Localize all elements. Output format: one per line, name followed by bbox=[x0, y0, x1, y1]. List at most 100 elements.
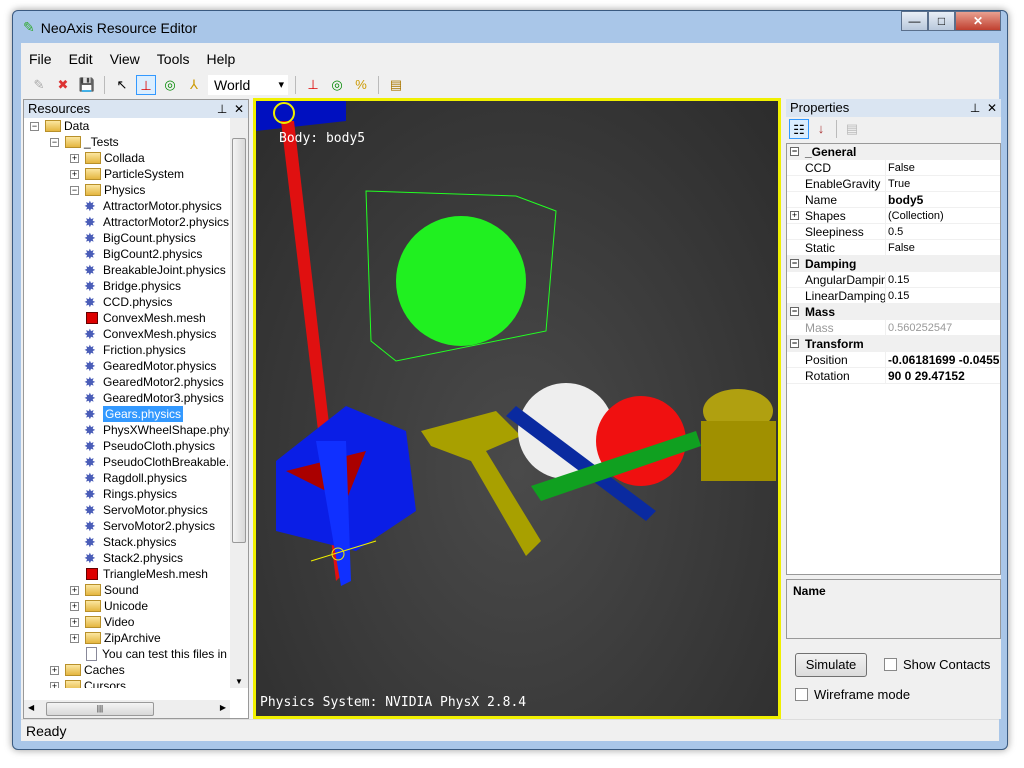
property-row[interactable]: Position -0.06181699 -0.0455 bbox=[787, 352, 1000, 368]
property-value[interactable]: -0.06181699 -0.0455 bbox=[885, 352, 1000, 367]
3d-viewport[interactable]: Body: body5 Physics System: NVIDIA PhysX… bbox=[253, 98, 781, 719]
collapse-icon[interactable]: − bbox=[50, 137, 59, 147]
tree-item[interactable]: + Collada bbox=[70, 150, 145, 166]
tree-item[interactable]: + ParticleSystem bbox=[70, 166, 184, 182]
tree-item[interactable]: ✸ ConvexMesh.physics bbox=[84, 326, 216, 342]
property-row[interactable]: EnableGravity True bbox=[787, 176, 1000, 192]
expand-icon[interactable]: + bbox=[790, 211, 799, 220]
tree-item[interactable]: ✸ BreakableJoint.physics bbox=[84, 262, 226, 278]
property-category[interactable]: − Mass bbox=[787, 304, 1000, 320]
collapse-icon[interactable]: − bbox=[790, 307, 799, 316]
tree-item[interactable]: ✸ GearedMotor.physics bbox=[84, 358, 216, 374]
property-row[interactable]: AngularDamping0.15 bbox=[787, 272, 1000, 288]
tree-item[interactable]: ✸ CCD.physics bbox=[84, 294, 172, 310]
tree-item[interactable]: − _Tests bbox=[50, 134, 119, 150]
tree-item[interactable]: ✸ Stack2.physics bbox=[84, 550, 183, 566]
minimize-button[interactable]: — bbox=[901, 11, 928, 31]
options-icon[interactable]: ▤ bbox=[386, 75, 406, 95]
tree-item[interactable]: You can test this files in the editor bbox=[84, 646, 230, 662]
edit-icon[interactable]: ✎ bbox=[29, 75, 49, 95]
expand-icon[interactable]: + bbox=[70, 153, 79, 163]
property-row[interactable]: Name body5 bbox=[787, 192, 1000, 208]
property-value[interactable]: body5 bbox=[885, 192, 1000, 207]
tree-item[interactable]: + Sound bbox=[70, 582, 139, 598]
show-contacts-checkbox[interactable]: Show Contacts bbox=[884, 657, 990, 672]
property-row[interactable]: Sleepiness 0.5 bbox=[787, 224, 1000, 240]
tree-item[interactable]: + Unicode bbox=[70, 598, 148, 614]
property-row[interactable]: LinearDamping 0.15 bbox=[787, 288, 1000, 304]
tree-item[interactable]: ✸ GearedMotor3.physics bbox=[84, 390, 224, 406]
property-row[interactable]: Static False bbox=[787, 240, 1000, 256]
property-row[interactable]: CCD False bbox=[787, 160, 1000, 176]
scale-icon[interactable]: ⅄ bbox=[184, 75, 204, 95]
pin-icon[interactable]: ⊥ bbox=[217, 102, 227, 116]
tree-item[interactable]: ✸ Friction.physics bbox=[84, 342, 186, 358]
tree-item[interactable]: ✸ BigCount2.physics bbox=[84, 246, 202, 262]
tree-item[interactable]: ✸ Ragdoll.physics bbox=[84, 470, 187, 486]
tree-item[interactable]: − Physics bbox=[70, 182, 145, 198]
collapse-icon[interactable]: − bbox=[790, 339, 799, 348]
tree-item[interactable]: ✸ Bridge.physics bbox=[84, 278, 181, 294]
delete-icon[interactable]: ✖ bbox=[53, 75, 73, 95]
tree-item[interactable]: + Video bbox=[70, 614, 134, 630]
property-value[interactable]: False bbox=[885, 160, 1000, 175]
property-pages-icon[interactable]: ▤ bbox=[842, 119, 862, 139]
collapse-icon[interactable]: − bbox=[790, 259, 799, 268]
property-row[interactable]: Rotation 90 0 29.47152 bbox=[787, 368, 1000, 384]
tree-item[interactable]: + Cursors bbox=[50, 678, 126, 688]
tree-item[interactable]: ✸ Gears.physics bbox=[84, 406, 184, 422]
tree-horizontal-scrollbar[interactable]: ◀ ||| ▶ bbox=[24, 700, 230, 718]
property-row[interactable]: + Shapes (Collection) bbox=[787, 208, 1000, 224]
property-value[interactable]: (Collection) bbox=[885, 208, 1000, 223]
property-value[interactable]: 0.15 bbox=[885, 272, 1000, 287]
tree-item[interactable]: + ZipArchive bbox=[70, 630, 161, 646]
rotate-snap-icon[interactable]: ◎ bbox=[327, 75, 347, 95]
expand-icon[interactable]: + bbox=[50, 681, 59, 688]
tree-item[interactable]: ✸ AttractorMotor2.physics bbox=[84, 214, 229, 230]
tree-item[interactable]: ✸ AttractorMotor.physics bbox=[84, 198, 222, 214]
menu-tools[interactable]: Tools bbox=[149, 47, 199, 71]
property-category[interactable]: − _General bbox=[787, 144, 1000, 160]
tree-item[interactable]: − Data bbox=[30, 118, 89, 134]
tree-item[interactable]: ✸ PseudoCloth.physics bbox=[84, 438, 215, 454]
panel-close-icon[interactable]: ✕ bbox=[987, 101, 997, 115]
sort-alpha-icon[interactable]: ↓ bbox=[811, 119, 831, 139]
expand-icon[interactable]: + bbox=[70, 585, 79, 595]
property-value[interactable]: 0.560252547 bbox=[885, 320, 1000, 335]
menu-file[interactable]: File bbox=[21, 47, 61, 71]
expand-icon[interactable]: + bbox=[70, 601, 79, 611]
maximize-button[interactable]: □ bbox=[928, 11, 955, 31]
tree-item[interactable]: ✸ ServoMotor.physics bbox=[84, 502, 208, 518]
tree-item[interactable]: ✸ Stack.physics bbox=[84, 534, 176, 550]
wireframe-mode-checkbox[interactable]: Wireframe mode bbox=[795, 687, 910, 702]
expand-icon[interactable]: + bbox=[50, 665, 59, 675]
panel-close-icon[interactable]: ✕ bbox=[234, 102, 244, 116]
move-axis-icon[interactable]: ⊥ bbox=[136, 75, 156, 95]
select-arrow-icon[interactable]: ↖ bbox=[112, 75, 132, 95]
tree-item[interactable]: ConvexMesh.mesh bbox=[84, 310, 206, 326]
tree-item[interactable]: ✸ GearedMotor2.physics bbox=[84, 374, 224, 390]
scale-snap-icon[interactable]: % bbox=[351, 75, 371, 95]
tree-vertical-scrollbar[interactable]: ▼ bbox=[230, 118, 248, 688]
simulate-button[interactable]: Simulate bbox=[795, 653, 867, 677]
save-icon[interactable]: 💾 bbox=[77, 75, 97, 95]
menu-help[interactable]: Help bbox=[198, 47, 244, 71]
tree-item[interactable]: TriangleMesh.mesh bbox=[84, 566, 208, 582]
collapse-icon[interactable]: − bbox=[70, 185, 79, 195]
tree-item[interactable]: ✸ PhysXWheelShape.physics bbox=[84, 422, 230, 438]
property-category[interactable]: − Transform bbox=[787, 336, 1000, 352]
tree-item[interactable]: ✸ Rings.physics bbox=[84, 486, 177, 502]
tree-item[interactable]: ✸ PseudoClothBreakable.physics bbox=[84, 454, 230, 470]
menu-edit[interactable]: Edit bbox=[61, 47, 102, 71]
property-value[interactable]: 0.15 bbox=[885, 288, 1000, 303]
property-category[interactable]: − Damping bbox=[787, 256, 1000, 272]
expand-icon[interactable]: + bbox=[70, 617, 79, 627]
pin-icon[interactable]: ⊥ bbox=[970, 101, 980, 115]
property-value[interactable]: False bbox=[885, 240, 1000, 255]
expand-icon[interactable]: + bbox=[70, 633, 79, 643]
coord-mode-select[interactable]: World bbox=[208, 75, 288, 95]
property-value[interactable]: 90 0 29.47152 bbox=[885, 368, 1000, 383]
property-value[interactable]: True bbox=[885, 176, 1000, 191]
collapse-icon[interactable]: − bbox=[30, 121, 39, 131]
tree-item[interactable]: + Caches bbox=[50, 662, 125, 678]
